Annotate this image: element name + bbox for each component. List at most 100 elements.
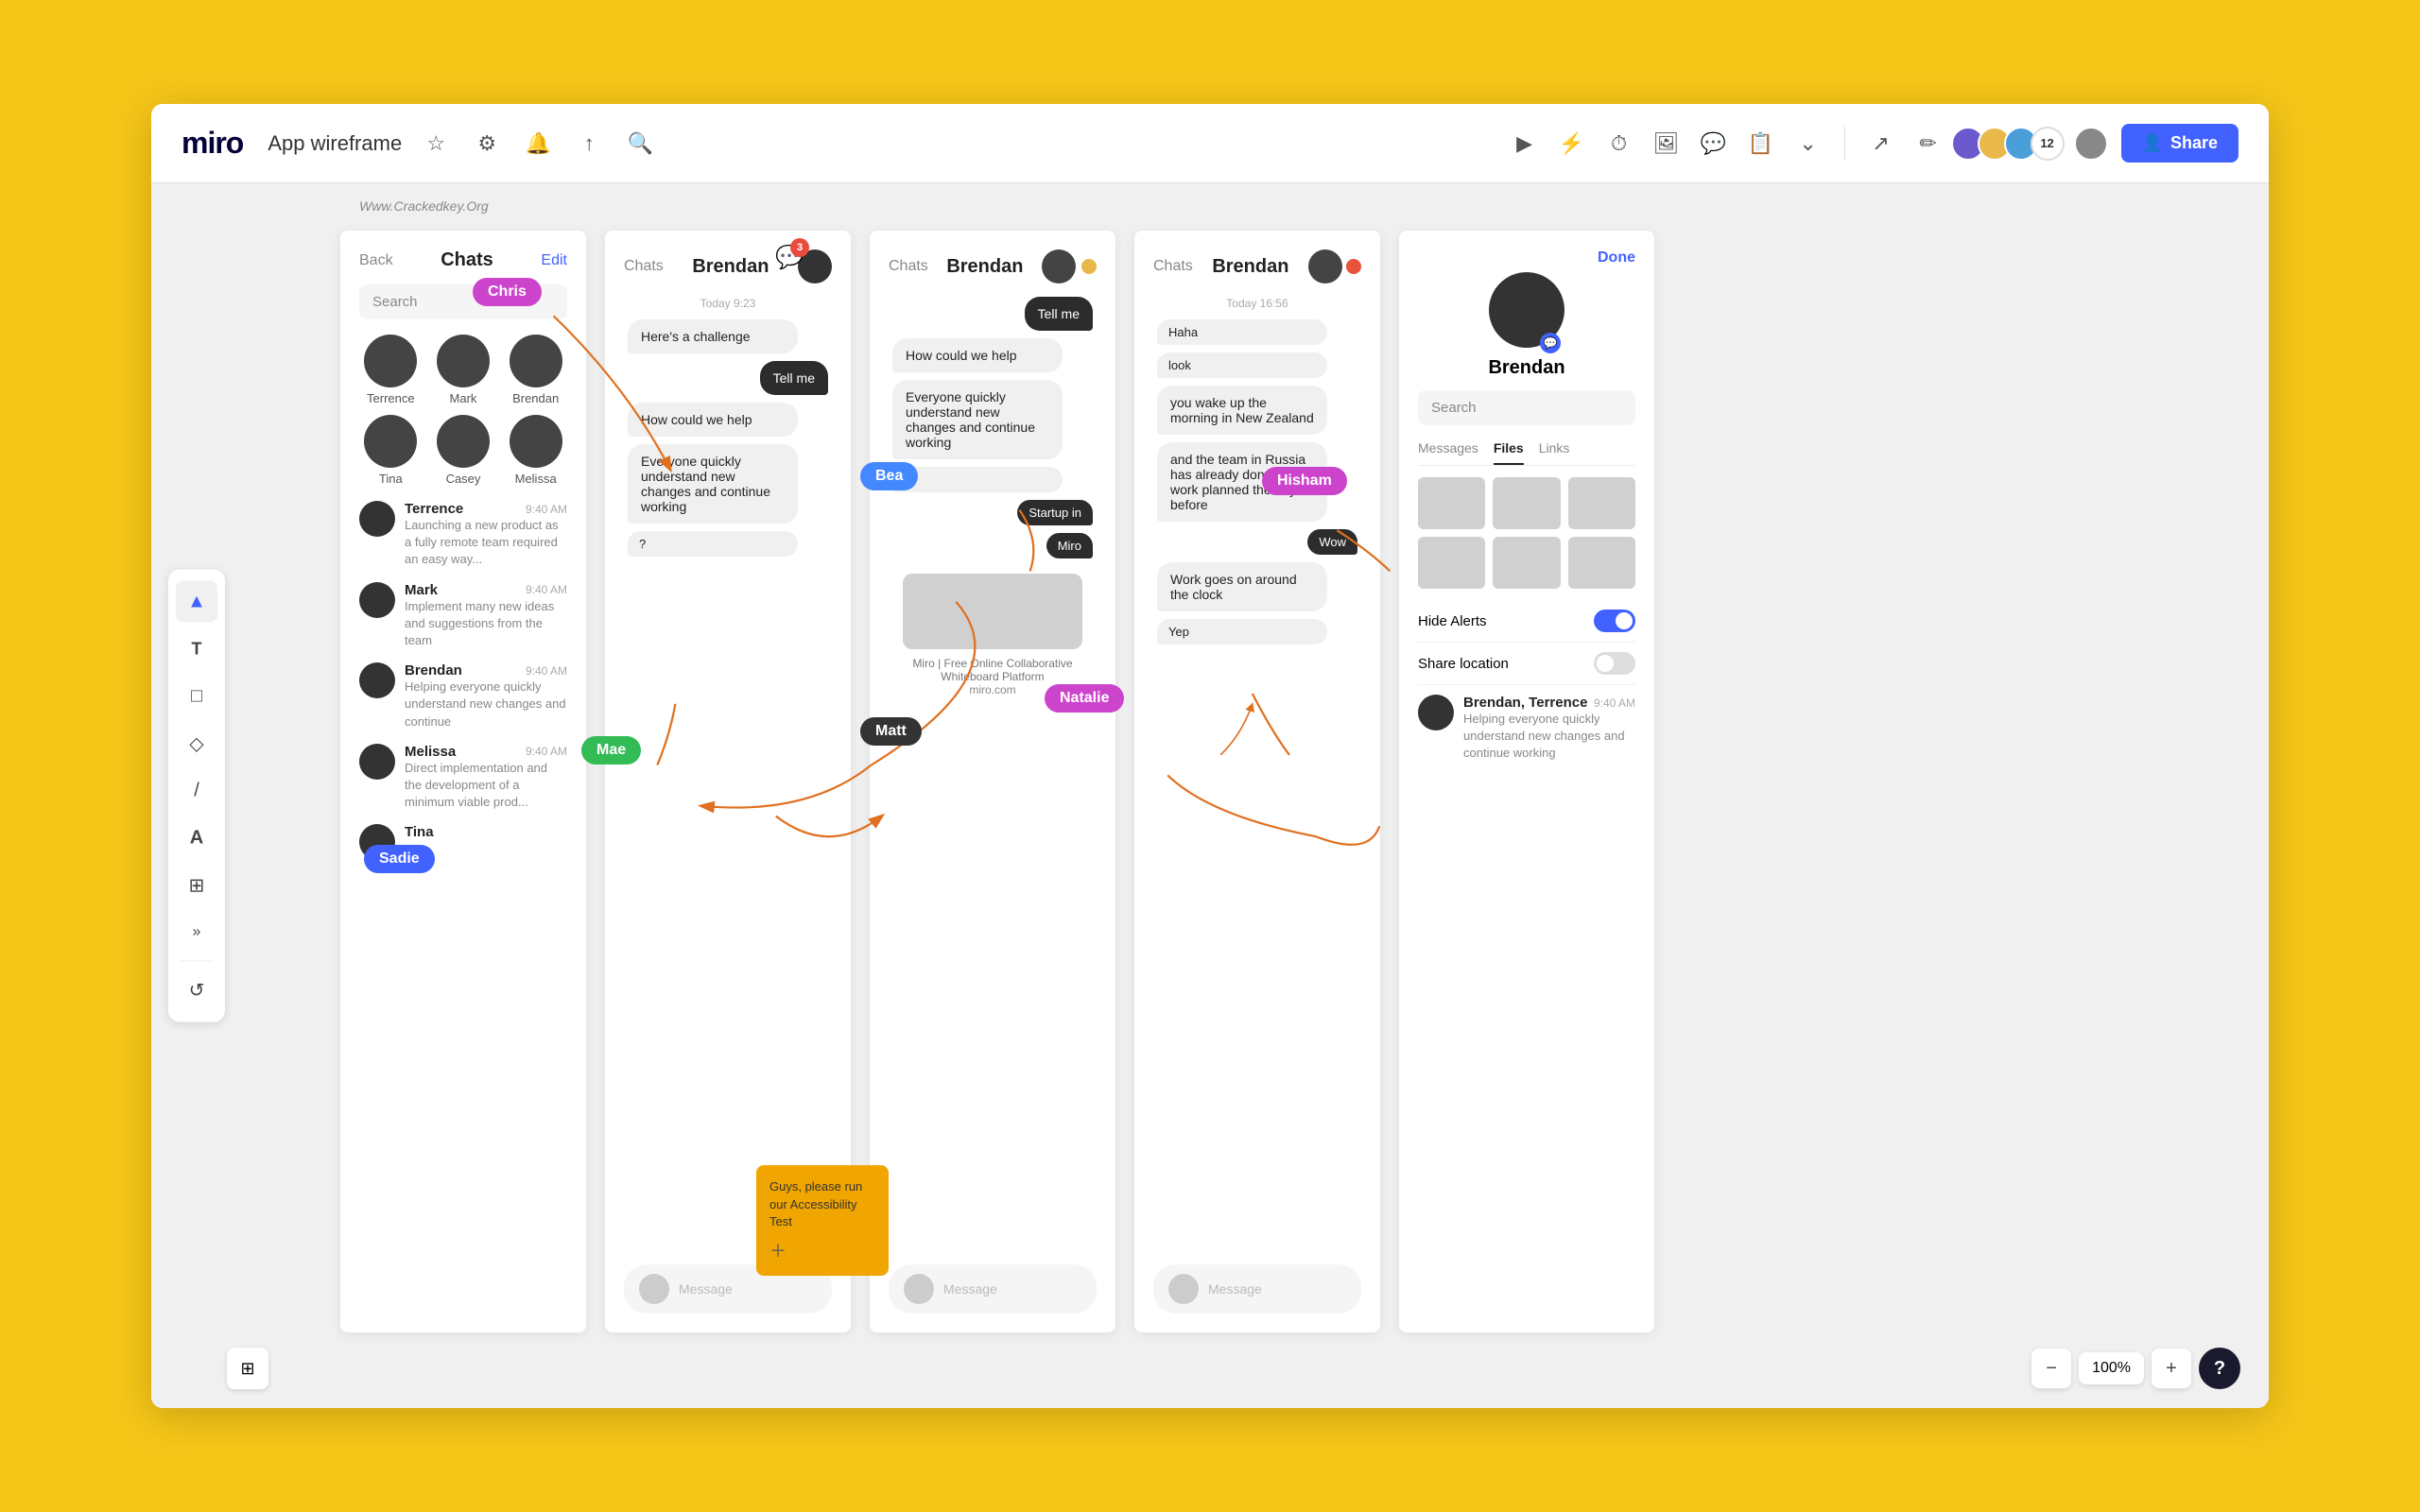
chat-item-brendan[interactable]: Brendan 9:40 AM Helping everyone quickly… xyxy=(359,662,567,730)
more-tools[interactable]: » xyxy=(176,912,217,954)
cursor-mae: Mae xyxy=(581,736,641,765)
chat-icon[interactable]: 💬 xyxy=(1697,127,1731,161)
tab-links[interactable]: Links xyxy=(1539,440,1570,465)
zoom-out-button[interactable]: − xyxy=(2031,1349,2071,1388)
bubble-tellme-row: Tell me xyxy=(628,361,828,403)
my-avatar xyxy=(2074,127,2108,161)
cursor-sadie: Sadie xyxy=(364,845,435,873)
chat-name-row: Brendan 9:40 AM xyxy=(405,662,567,679)
sticky-tool[interactable]: ◇ xyxy=(176,723,217,765)
frame3-message-input[interactable]: Message xyxy=(889,1264,1097,1314)
timer-icon[interactable]: ⏱ xyxy=(1602,127,1636,161)
frame4-input-area: Message xyxy=(1153,1255,1361,1314)
chat-av xyxy=(359,744,395,780)
av-terrence[interactable]: Terrence xyxy=(359,335,423,405)
chat-name-row: Mark 9:40 AM xyxy=(405,582,567,598)
cursor-chris: Chris xyxy=(473,278,542,306)
msg-dot xyxy=(1168,1274,1199,1304)
av-brendan[interactable]: Brendan xyxy=(504,335,567,405)
status-dot xyxy=(1081,259,1097,274)
chat-content: Terrence 9:40 AM Launching a new product… xyxy=(405,501,567,569)
av-tina[interactable]: Tina xyxy=(359,415,423,486)
sticky-note-add[interactable]: ＋ xyxy=(769,1238,875,1263)
frame5-done[interactable]: Done xyxy=(1598,249,1635,266)
frame4-avatar xyxy=(1308,249,1342,284)
toolbar-left: miro App wireframe ☆ ⚙ 🔔 ↑ 🔍 xyxy=(182,126,1485,161)
share-location-toggle[interactable] xyxy=(1594,652,1635,675)
notes-icon[interactable]: 📋 xyxy=(1744,127,1778,161)
av-circle xyxy=(364,415,417,468)
chat-item-melissa[interactable]: Melissa 9:40 AM Direct implementation an… xyxy=(359,744,567,812)
frame2-brendan: Brendan xyxy=(692,256,769,278)
chat-item-mark[interactable]: Mark 9:40 AM Implement many new ideas an… xyxy=(359,582,567,650)
chat-item-terrence[interactable]: Terrence 9:40 AM Launching a new product… xyxy=(359,501,567,569)
undo-tool[interactable]: ↺ xyxy=(176,970,217,1011)
zoom-in-button[interactable]: + xyxy=(2152,1349,2191,1388)
av-circle xyxy=(510,335,562,387)
frame-tool[interactable]: ⊞ xyxy=(176,865,217,906)
link-title: Miro | Free Online Collaborative Whitebo… xyxy=(892,657,1093,683)
settings-icon[interactable]: ⚙ xyxy=(470,127,504,161)
frame5-search[interactable]: Search xyxy=(1418,390,1635,425)
chat-notif-icon[interactable]: 💬 3 xyxy=(775,244,804,271)
frame4-date: Today 16:56 xyxy=(1153,297,1361,310)
frame1-edit[interactable]: Edit xyxy=(541,252,567,269)
media-4 xyxy=(1418,537,1485,589)
shape-tool[interactable]: □ xyxy=(176,676,217,717)
tab-messages[interactable]: Messages xyxy=(1418,440,1478,465)
frame2-messages: Here's a challenge Tell me How could we … xyxy=(624,319,832,1255)
tab-files[interactable]: Files xyxy=(1494,440,1524,465)
av-melissa[interactable]: Melissa xyxy=(504,415,567,486)
chat-name-row: Tina xyxy=(405,824,567,840)
bubble-everyone2: Everyone quickly understand new changes … xyxy=(892,380,1063,459)
frame3-chats[interactable]: Chats xyxy=(889,258,928,275)
frame1-back[interactable]: Back xyxy=(359,252,393,269)
search-icon[interactable]: 🔍 xyxy=(623,127,657,161)
hide-alerts-toggle[interactable] xyxy=(1594,610,1635,632)
frame-icon[interactable]: 🖼 xyxy=(1650,127,1684,161)
av-circle xyxy=(437,335,490,387)
pointer-icon[interactable]: ↗ xyxy=(1864,127,1898,161)
frame1-title: Chats xyxy=(441,249,493,271)
more-icon[interactable]: ⌄ xyxy=(1791,127,1825,161)
bubble-q2: ? xyxy=(892,467,1063,492)
last-chat-item[interactable]: Brendan, Terrence 9:40 AM Helping everyo… xyxy=(1418,695,1635,763)
hide-alerts-label: Hide Alerts xyxy=(1418,613,1487,629)
panel-toggle[interactable]: ⊞ xyxy=(227,1348,268,1389)
star-icon[interactable]: ☆ xyxy=(419,127,453,161)
font-tool[interactable]: A xyxy=(176,817,217,859)
bell-icon[interactable]: 🔔 xyxy=(521,127,555,161)
frame4-chats[interactable]: Chats xyxy=(1153,258,1193,275)
frame1-header: Back Chats Edit xyxy=(359,249,567,271)
bubble-miro: Miro xyxy=(1046,533,1093,558)
frame4-message-input[interactable]: Message xyxy=(1153,1264,1361,1314)
text-tool[interactable]: T xyxy=(176,628,217,670)
pen-tool[interactable]: / xyxy=(176,770,217,812)
av-mark[interactable]: Mark xyxy=(432,335,495,405)
play-icon[interactable]: ▶ xyxy=(1508,127,1542,161)
frame2-chats[interactable]: Chats xyxy=(624,258,664,275)
bubble-everyone: Everyone quickly understand new changes … xyxy=(628,444,798,524)
frame3-messages: Tell me How could we help Everyone quick… xyxy=(889,297,1097,1255)
cursor-hisham: Hisham xyxy=(1262,467,1347,495)
hide-alerts-row: Hide Alerts xyxy=(1418,600,1635,643)
lightning-icon[interactable]: ⚡ xyxy=(1555,127,1589,161)
pen-icon[interactable]: ✏ xyxy=(1911,127,1945,161)
help-button[interactable]: ? xyxy=(2199,1348,2240,1389)
bubble-howcould: How could we help xyxy=(628,403,798,437)
select-tool[interactable]: ▲ xyxy=(176,581,217,623)
share-button[interactable]: 👤 Share xyxy=(2121,124,2238,163)
chat-av xyxy=(359,501,395,537)
bubble-tellme2-row: Tell me xyxy=(892,297,1093,338)
frame3-avatar xyxy=(1042,249,1076,284)
last-chat-name-row: Brendan, Terrence 9:40 AM xyxy=(1463,695,1635,711)
share-label: Share xyxy=(2170,133,2218,153)
av-casey[interactable]: Casey xyxy=(432,415,495,486)
share-location-label: Share location xyxy=(1418,656,1509,672)
toolbar: miro App wireframe ☆ ⚙ 🔔 ↑ 🔍 ▶ ⚡ ⏱ 🖼 💬 📋… xyxy=(151,104,2269,183)
bubble-workclock: Work goes on around the clock xyxy=(1157,562,1327,611)
board-title[interactable]: App wireframe xyxy=(268,131,402,156)
tabs-row: Messages Files Links xyxy=(1418,440,1635,466)
upload-icon[interactable]: ↑ xyxy=(572,127,606,161)
frame3-header: Chats Brendan xyxy=(889,249,1097,284)
